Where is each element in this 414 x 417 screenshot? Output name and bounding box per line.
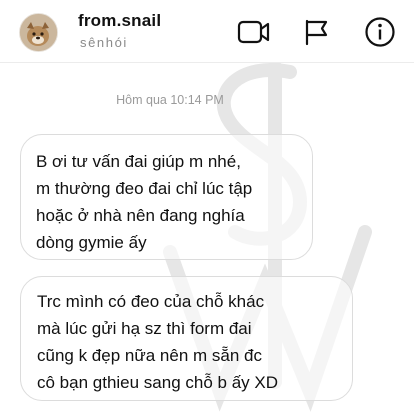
video-call-button[interactable] xyxy=(236,16,272,48)
message-line: dòng gymie ấy xyxy=(36,233,147,252)
message-line: cô bạn gthieu sang chỗ b ấy XD xyxy=(37,373,278,392)
dm-screen: from.snail sênhói Hôm qua 10:14 PM B ơi … xyxy=(0,0,414,417)
message-bubble[interactable]: B ơi tư vấn đai giúp m nhé, m thường đeo… xyxy=(20,134,313,260)
message-line: hoặc ở nhà nên đang nghía xyxy=(36,206,245,225)
username[interactable]: from.snail xyxy=(78,11,161,31)
avatar[interactable] xyxy=(19,13,58,52)
message-line: cũng k đẹp nữa nên m sẵn đc xyxy=(37,346,262,365)
message-line: B ơi tư vấn đai giúp m nhé, xyxy=(36,152,241,171)
info-button[interactable] xyxy=(362,16,398,48)
message-timestamp: Hôm qua 10:14 PM xyxy=(116,93,224,107)
report-button[interactable] xyxy=(298,16,334,48)
message-line: mà lúc gửi hạ sz thì form đai xyxy=(37,319,252,338)
flag-icon xyxy=(305,19,328,46)
message-line: m thường đeo đai chỉ lúc tập xyxy=(36,179,253,198)
user-status: sênhói xyxy=(80,35,128,50)
video-call-icon xyxy=(237,20,270,44)
info-icon xyxy=(365,17,395,47)
chat-header: from.snail sênhói xyxy=(0,0,414,62)
message-line: Trc mình có đeo của chỗ khác xyxy=(37,292,265,311)
header-divider xyxy=(0,62,414,63)
message-bubble[interactable]: Trc mình có đeo của chỗ khác mà lúc gửi … xyxy=(20,276,353,401)
